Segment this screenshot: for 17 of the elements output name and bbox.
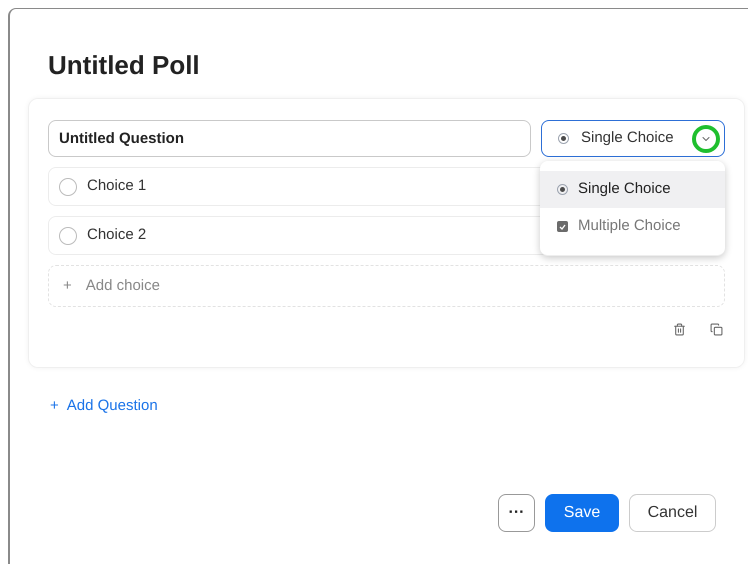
copy-icon[interactable] — [710, 323, 723, 336]
menu-item[interactable]: Single Choice — [540, 171, 725, 208]
save-button[interactable]: Save — [545, 494, 619, 532]
radio-icon — [59, 226, 77, 244]
plus-icon: + — [63, 274, 72, 298]
radio-icon — [557, 184, 568, 195]
cancel-button[interactable]: Cancel — [629, 494, 716, 532]
poll-title: Untitled Poll — [48, 49, 201, 81]
question-type-select[interactable]: Single Choice — [541, 120, 725, 157]
checkbox-icon — [557, 221, 568, 232]
delete-icon[interactable] — [673, 323, 686, 336]
radio-icon — [558, 133, 569, 144]
add-question-link[interactable]: + Add Question — [50, 395, 158, 418]
question-field[interactable]: Untitled Question — [48, 120, 531, 157]
more-button[interactable]: ··· — [498, 494, 535, 532]
add-choice-row[interactable]: + Add choice — [48, 265, 725, 307]
radio-icon — [59, 178, 77, 196]
